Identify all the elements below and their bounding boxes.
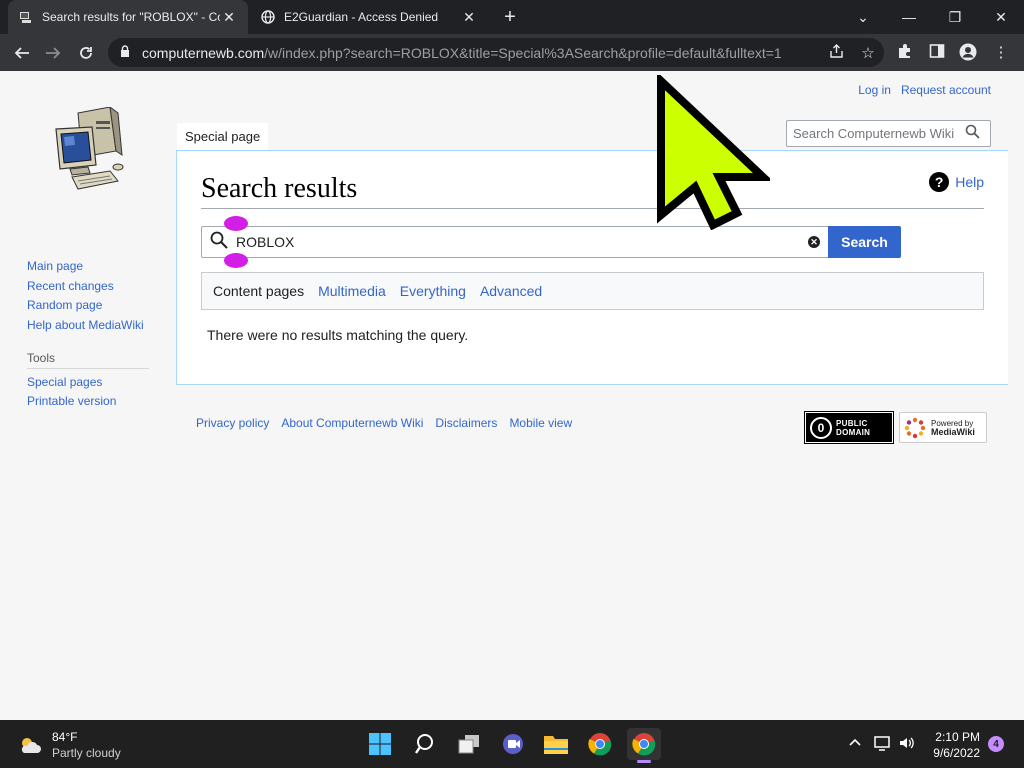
new-tab-button[interactable]: +	[498, 5, 522, 29]
file-explorer-icon[interactable]	[539, 728, 573, 760]
menu-kebab-icon[interactable]: ⋮	[991, 43, 1011, 63]
sidebar-item-special-pages[interactable]: Special pages	[27, 373, 116, 392]
request-account-link[interactable]: Request account	[901, 83, 991, 97]
taskbar-search-icon[interactable]	[408, 728, 442, 760]
active-app-indicator	[637, 760, 651, 763]
wiki-favicon-icon	[18, 9, 34, 25]
selection-handle-top[interactable]	[224, 216, 248, 231]
footer-links: Privacy policy About Computernewb Wiki D…	[196, 416, 572, 430]
public-domain-icon: 0	[810, 416, 832, 439]
pd-line2: DOMAIN	[836, 427, 871, 437]
help-link[interactable]: ? Help	[929, 172, 984, 192]
profile-multimedia[interactable]: Multimedia	[318, 283, 386, 299]
wiki-logo[interactable]	[48, 105, 128, 193]
tab-title: Search results for "ROBLOX" - Co	[42, 10, 220, 24]
extensions-puzzle-icon[interactable]	[895, 43, 915, 63]
close-tab-icon[interactable]: ✕	[460, 9, 478, 26]
login-link[interactable]: Log in	[858, 83, 891, 97]
mw-line2: MediaWiki	[931, 426, 975, 437]
footer-about[interactable]: About Computernewb Wiki	[281, 416, 423, 430]
globe-icon	[260, 9, 276, 25]
profile-content-pages[interactable]: Content pages	[213, 283, 304, 299]
sidebar-tools: Special pages Printable version	[27, 373, 116, 411]
heading-divider	[201, 208, 984, 209]
clock-date: 9/6/2022	[933, 746, 980, 760]
search-icon[interactable]	[958, 124, 986, 143]
teams-chat-icon[interactable]	[496, 728, 530, 760]
tools-heading: Tools	[27, 351, 149, 369]
help-label: Help	[955, 174, 984, 190]
windows-taskbar: 84°F Partly cloudy 2:10 PM 9/6/2022 4	[0, 720, 1024, 768]
page-title: Search results	[201, 173, 358, 204]
sidebar-item-printable-version[interactable]: Printable version	[27, 392, 116, 411]
restore-icon[interactable]: ❐	[932, 0, 978, 34]
share-icon[interactable]	[820, 43, 852, 62]
personal-tools: Log in Request account	[858, 83, 991, 97]
partly-cloudy-icon	[21, 738, 41, 753]
search-icon	[202, 231, 236, 254]
help-icon: ?	[929, 172, 950, 192]
weather-condition: Partly cloudy	[52, 746, 121, 760]
side-panel-icon[interactable]	[927, 43, 947, 63]
sidebar-navigation: Main page Recent changes Random page Hel…	[27, 257, 144, 335]
selection-handle-bottom[interactable]	[224, 253, 248, 268]
reload-icon[interactable]	[73, 40, 99, 66]
search-profile-tabs: Content pages Multimedia Everything Adva…	[201, 272, 984, 310]
notification-badge[interactable]: 4	[988, 736, 1004, 752]
system-clock[interactable]: 2:10 PM 9/6/2022	[924, 729, 980, 761]
clock-time: 2:10 PM	[935, 730, 980, 744]
tab-special-page[interactable]: Special page	[177, 123, 269, 151]
footer-mobile-view[interactable]: Mobile view	[509, 416, 572, 430]
minimize-icon[interactable]: —	[886, 0, 932, 34]
weather-widget[interactable]: 84°F Partly cloudy	[18, 729, 121, 761]
profile-advanced[interactable]: Advanced	[480, 283, 542, 299]
clear-search-icon[interactable]: ✕	[800, 236, 828, 248]
sidebar-item-random-page[interactable]: Random page	[27, 296, 144, 316]
mediawiki-flower-icon	[904, 417, 926, 438]
sidebar-item-main-page[interactable]: Main page	[27, 257, 144, 277]
search-query-value[interactable]: ROBLOX	[236, 234, 800, 250]
address-bar[interactable]: computernewb.com/w/index.php?search=ROBL…	[108, 38, 884, 67]
mouse-cursor-icon	[657, 75, 770, 230]
profile-avatar-icon[interactable]	[958, 43, 978, 63]
task-view-icon[interactable]	[452, 728, 486, 760]
sidebar-item-help[interactable]: Help about MediaWiki	[27, 316, 144, 336]
footer-disclaimers[interactable]: Disclaimers	[435, 416, 497, 430]
tab-title: E2Guardian - Access Denied	[284, 10, 439, 24]
tab-e2guardian[interactable]: E2Guardian - Access Denied ✕	[250, 0, 488, 34]
tab-search-chevron-icon[interactable]: ⌄	[840, 0, 886, 34]
pd-line1: PUBLIC	[836, 418, 868, 428]
weather-temp: 84°F	[52, 730, 78, 744]
wiki-search-input[interactable]	[793, 126, 958, 141]
profile-everything[interactable]: Everything	[400, 283, 466, 299]
public-domain-badge[interactable]: 0 PUBLIC DOMAIN	[804, 411, 894, 444]
footer-privacy-policy[interactable]: Privacy policy	[196, 416, 269, 430]
forward-arrow-icon[interactable]	[40, 40, 66, 66]
powered-by-mediawiki-badge[interactable]: Powered by MediaWiki	[899, 412, 987, 443]
search-button[interactable]: Search	[828, 226, 901, 258]
wiki-search-box	[786, 120, 991, 147]
sidebar-item-recent-changes[interactable]: Recent changes	[27, 277, 144, 297]
lock-icon[interactable]	[108, 45, 142, 60]
tab-search-results[interactable]: Search results for "ROBLOX" - Co ✕	[8, 0, 248, 34]
no-results-message: There were no results matching the query…	[207, 327, 469, 343]
start-windows-icon[interactable]	[363, 728, 397, 760]
chrome-active-icon[interactable]	[627, 728, 661, 760]
url-text: computernewb.com/w/index.php?search=ROBL…	[142, 44, 782, 61]
volume-icon[interactable]	[897, 735, 917, 754]
search-query-field[interactable]: ROBLOX ✕	[201, 226, 829, 258]
network-icon[interactable]	[872, 735, 892, 754]
close-window-icon[interactable]: ✕	[978, 0, 1024, 34]
bookmark-star-icon[interactable]: ☆	[852, 44, 884, 62]
show-hidden-icons-chevron-icon[interactable]	[845, 735, 865, 750]
back-arrow-icon[interactable]	[9, 40, 35, 66]
chrome-icon[interactable]	[583, 728, 617, 760]
close-tab-icon[interactable]: ✕	[220, 9, 238, 26]
content-area: Search results ? Help ROBLOX ✕ Search Co…	[176, 150, 1008, 385]
wiki-page: Log in Request account Special page Sear…	[0, 71, 1024, 720]
tab-strip: Search results for "ROBLOX" - Co ✕ E2Gua…	[0, 0, 1024, 34]
browser-toolbar: computernewb.com/w/index.php?search=ROBL…	[0, 34, 1024, 71]
